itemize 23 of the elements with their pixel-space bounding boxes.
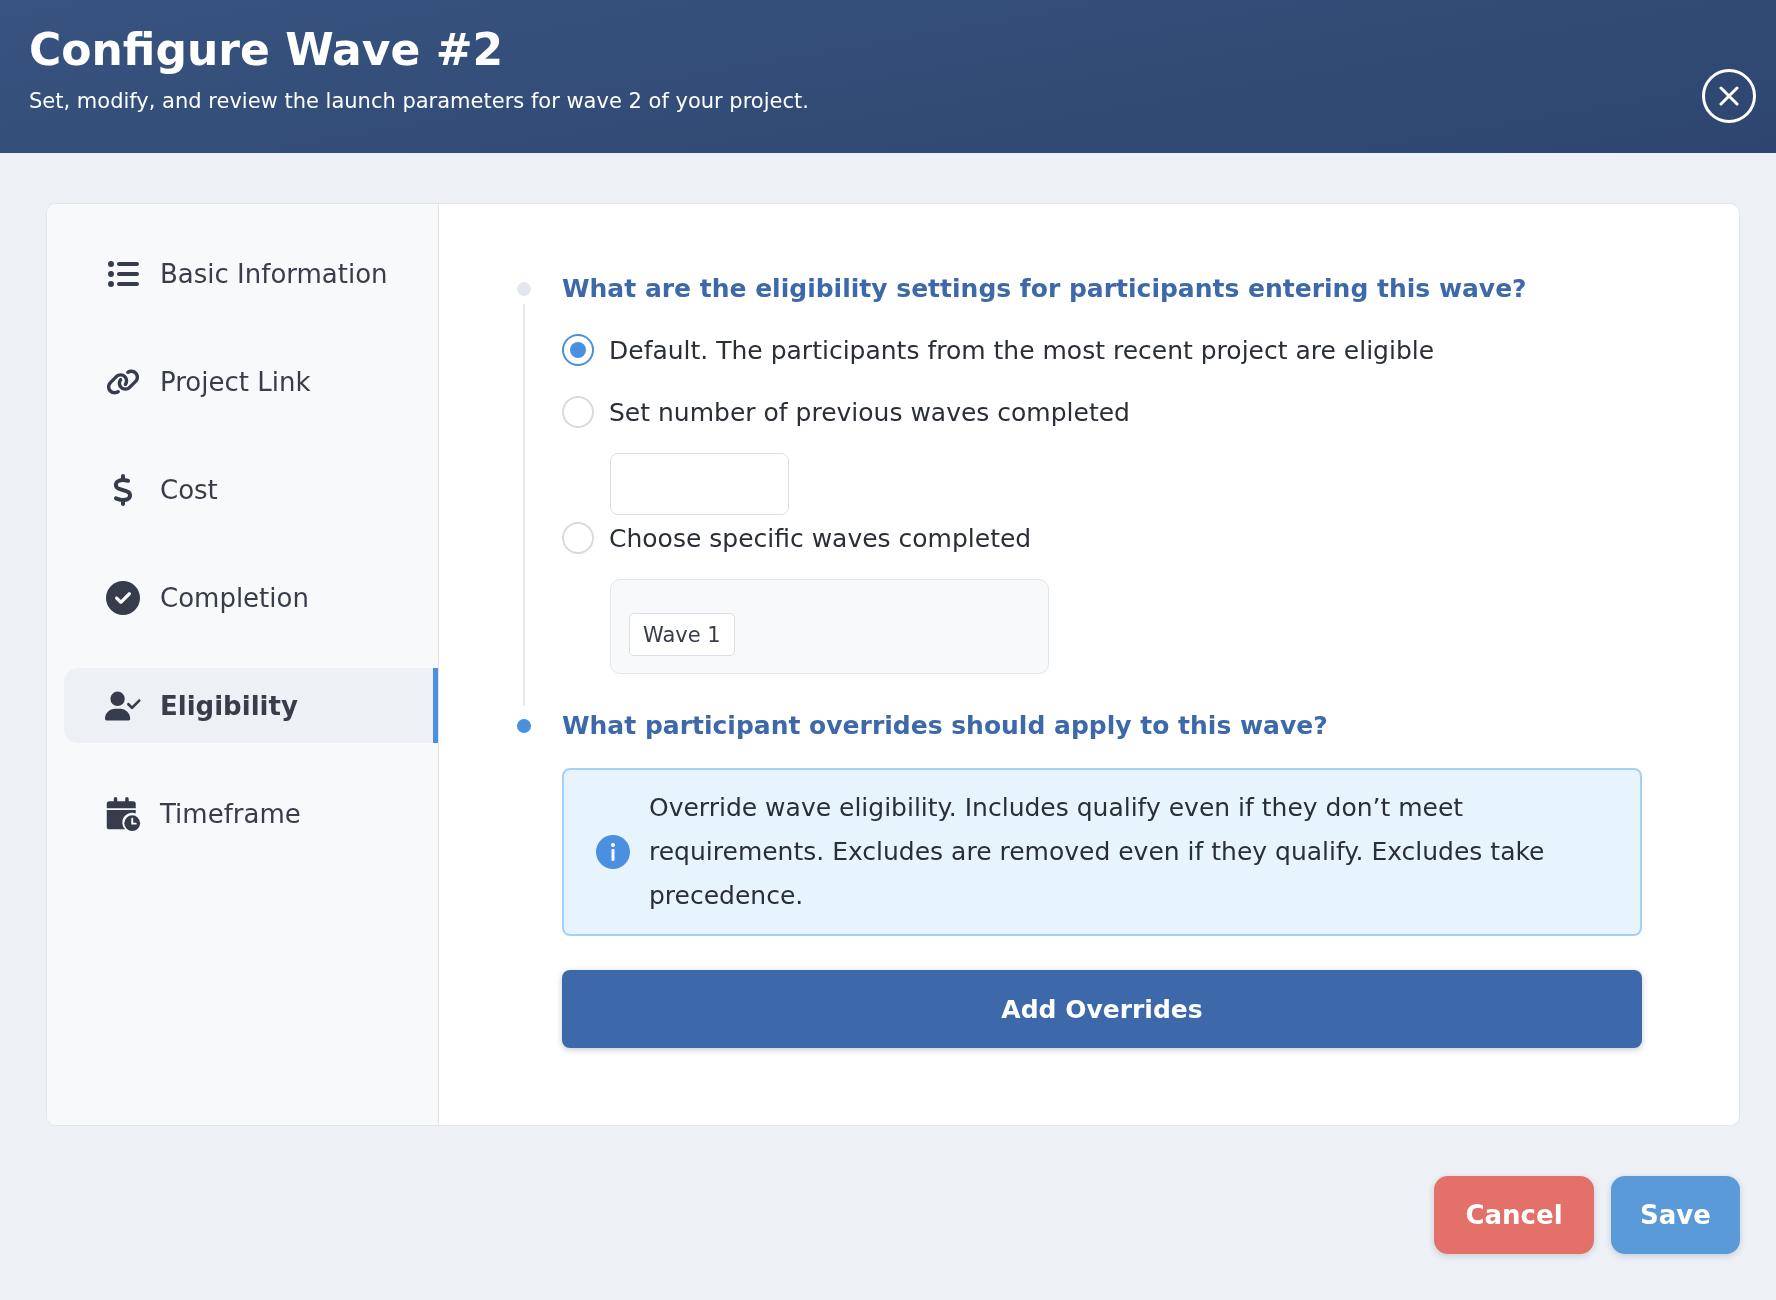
section-question: What participant overrides should apply to this wave? [562,711,1328,741]
sidebar-item[interactable]: Project Link [64,344,438,419]
sidebar-item[interactable]: Completion [64,560,438,635]
radio-option[interactable]: Set number of previous waves completed [562,390,1130,434]
sidebar-item[interactable]: Basic Information [64,236,438,311]
wave-tag: Wave 1 [629,613,735,656]
calendar-clock-icon [105,795,141,832]
sidebar-item[interactable]: Timeframe [64,776,438,851]
wave-select-field[interactable]: Wave 1 [610,579,1049,674]
section-question: What are the eligibility settings for participants entering this wave? [562,274,1527,304]
dialog-subtitle: Set, modify, and review the launch parameters for wave 2 of your project. [29,88,809,114]
info-icon [596,835,630,869]
add-overrides-button[interactable]: Add Overrides [562,970,1642,1048]
notice-text: Override wave eligibility. Includes qualify even if they don’t meet requirements. Excludes are removed even if they qualify. Excludes take precedence. [649,792,1546,912]
close-icon [1719,86,1739,106]
radio-icon[interactable] [562,334,594,366]
number-input[interactable] [610,453,789,515]
radio-option[interactable]: Choose specific waves completed [562,516,1032,560]
close-button[interactable] [1702,69,1756,123]
dialog-title: Configure Wave #2 [29,24,504,76]
radio-option[interactable]: Default. The participants from the most recent project are eligible [562,328,1435,372]
sidebar-item[interactable]: Cost [64,452,438,527]
sidebar-item[interactable]: Eligibility [64,668,438,743]
